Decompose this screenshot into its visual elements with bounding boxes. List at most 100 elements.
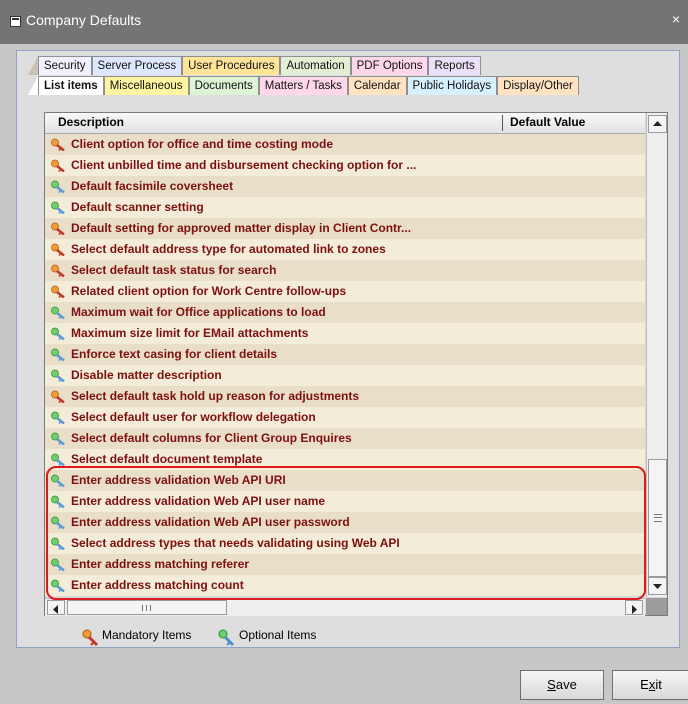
list-item[interactable]: Select address types that needs validati… [45, 533, 645, 554]
optional-key-icon [51, 432, 65, 445]
list-item[interactable]: Enter address matching referer [45, 554, 645, 575]
tab-calendar[interactable]: Calendar [347, 76, 407, 95]
tab-user-procedures[interactable]: User Procedures [182, 56, 281, 75]
tab-list-items[interactable]: List items [38, 76, 104, 95]
list-item-description: Select default document template [71, 452, 263, 466]
list-item-description: Client option for office and time costin… [71, 137, 334, 151]
list-item-description: Disable matter description [71, 368, 222, 382]
list-item[interactable]: Enter address validation Web API user pa… [45, 512, 645, 533]
tab-automation[interactable]: Automation [280, 56, 351, 75]
column-header-default-value[interactable]: Default Value [510, 115, 585, 129]
list-item[interactable]: Select default task hold up reason for a… [45, 386, 645, 407]
tab-security[interactable]: Security [38, 56, 92, 75]
optional-key-icon [51, 327, 65, 340]
optional-key-icon [51, 579, 65, 592]
list-item[interactable]: Select default document template [45, 449, 645, 470]
optional-key-icon [51, 411, 65, 424]
app-window-icon [10, 16, 21, 27]
list-item[interactable]: Enforce text casing for client details [45, 344, 645, 365]
tab-reports[interactable]: Reports [428, 56, 481, 75]
tab-row-1: Security Server Process User Procedures Aut… [38, 56, 481, 75]
company-defaults-window: Company Defaults × Security Server Proces… [0, 0, 688, 704]
defaults-list[interactable]: Description Default Value Client option … [44, 112, 668, 616]
list-item[interactable]: Default facsimile coversheet [45, 176, 645, 197]
list-item-description: Select address types that needs validati… [71, 536, 400, 550]
list-item-description: Enter address validation Web API user pa… [71, 515, 350, 529]
tab-matters-tasks[interactable]: Matters / Tasks [258, 76, 348, 95]
optional-key-icon [218, 629, 235, 647]
horizontal-scrollbar[interactable] [45, 598, 645, 616]
scrollbar-corner [646, 598, 667, 615]
list-item[interactable]: Client unbilled time and disbursement ch… [45, 155, 645, 176]
column-header-description[interactable]: Description [58, 115, 124, 129]
list-item-description: Maximum size limit for EMail attachments [71, 326, 309, 340]
save-label: ave [555, 677, 577, 692]
list-item[interactable]: Client option for office and time costin… [45, 134, 645, 155]
tab-row-2: List items Miscellaneous Documents Matters … [38, 76, 579, 95]
optional-key-icon [51, 306, 65, 319]
scroll-down-button[interactable] [648, 577, 667, 595]
optional-key-icon [51, 348, 65, 361]
vertical-scroll-thumb[interactable] [648, 459, 667, 577]
chevron-left-icon [53, 605, 58, 614]
chevron-up-icon [653, 121, 662, 126]
column-separator[interactable] [502, 115, 503, 131]
list-item-description: Default setting for approved matter disp… [71, 221, 412, 235]
list-item-description: Default scanner setting [71, 200, 204, 214]
list-item[interactable]: Enter address validation Web API user na… [45, 491, 645, 512]
optional-key-icon [51, 537, 65, 550]
grip-icon [142, 605, 151, 611]
optional-key-icon [51, 201, 65, 214]
exit-label-end: it [655, 677, 662, 692]
exit-button[interactable]: Exit [612, 670, 688, 700]
grip-icon [654, 514, 662, 522]
list-item-description: Enforce text casing for client details [71, 347, 278, 361]
tab-server-process[interactable]: Server Process [91, 56, 183, 75]
mandatory-key-icon [51, 264, 65, 277]
vertical-scrollbar[interactable] [646, 113, 667, 597]
list-item-description: Select default task hold up reason for a… [71, 389, 360, 403]
list-item[interactable]: Default setting for approved matter disp… [45, 218, 645, 239]
exit-label-start: E [640, 677, 649, 692]
horizontal-scroll-thumb[interactable] [67, 600, 227, 615]
optional-key-icon [51, 453, 65, 466]
chevron-right-icon [632, 605, 637, 614]
tab-display-other[interactable]: Display/Other [497, 76, 579, 95]
list-item[interactable]: Enter address matching count [45, 575, 645, 596]
mandatory-key-icon [51, 243, 65, 256]
close-icon[interactable]: × [668, 11, 684, 27]
list-item-description: Enter address matching referer [71, 557, 250, 571]
optional-key-icon [51, 369, 65, 382]
list-item-description: Enter address validation Web API user na… [71, 494, 326, 508]
scroll-left-button[interactable] [47, 600, 65, 615]
tab-public-holidays[interactable]: Public Holidays [406, 76, 498, 95]
mandatory-key-icon [51, 159, 65, 172]
scroll-right-button[interactable] [625, 600, 643, 615]
tab-pdf-options[interactable]: PDF Options [350, 56, 429, 75]
chevron-down-icon [653, 584, 662, 589]
tab-miscellaneous[interactable]: Miscellaneous [103, 76, 189, 95]
list-item-description: Maximum wait for Office applications to … [71, 305, 326, 319]
list-item[interactable]: Select default address type for automate… [45, 239, 645, 260]
list-item[interactable]: Select default user for workflow delegat… [45, 407, 645, 428]
list-item[interactable]: Default scanner setting [45, 197, 645, 218]
list-item[interactable]: Maximum wait for Office applications to … [45, 302, 645, 323]
save-button[interactable]: Save [520, 670, 604, 700]
list-item-description: Client unbilled time and disbursement ch… [71, 158, 417, 172]
mandatory-key-icon [51, 138, 65, 151]
save-accesskey: S [547, 677, 556, 692]
list-item-description: Select default task status for search [71, 263, 277, 277]
list-item[interactable]: Select default columns for Client Group … [45, 428, 645, 449]
list-item-description: Enter address validation Web API URI [71, 473, 286, 487]
optional-key-icon [51, 558, 65, 571]
list-item-description: Enter address matching count [71, 578, 244, 592]
tab-documents[interactable]: Documents [188, 76, 259, 95]
list-item[interactable]: Select default task status for search [45, 260, 645, 281]
scroll-up-button[interactable] [648, 115, 667, 133]
list-item[interactable]: Related client option for Work Centre fo… [45, 281, 645, 302]
list-item[interactable]: Disable matter description [45, 365, 645, 386]
list-item[interactable]: Maximum size limit for EMail attachments [45, 323, 645, 344]
list-item[interactable]: Enter address validation Web API URI [45, 470, 645, 491]
list-item-description: Select default user for workflow delegat… [71, 410, 316, 424]
list-header: Description Default Value [45, 113, 645, 134]
